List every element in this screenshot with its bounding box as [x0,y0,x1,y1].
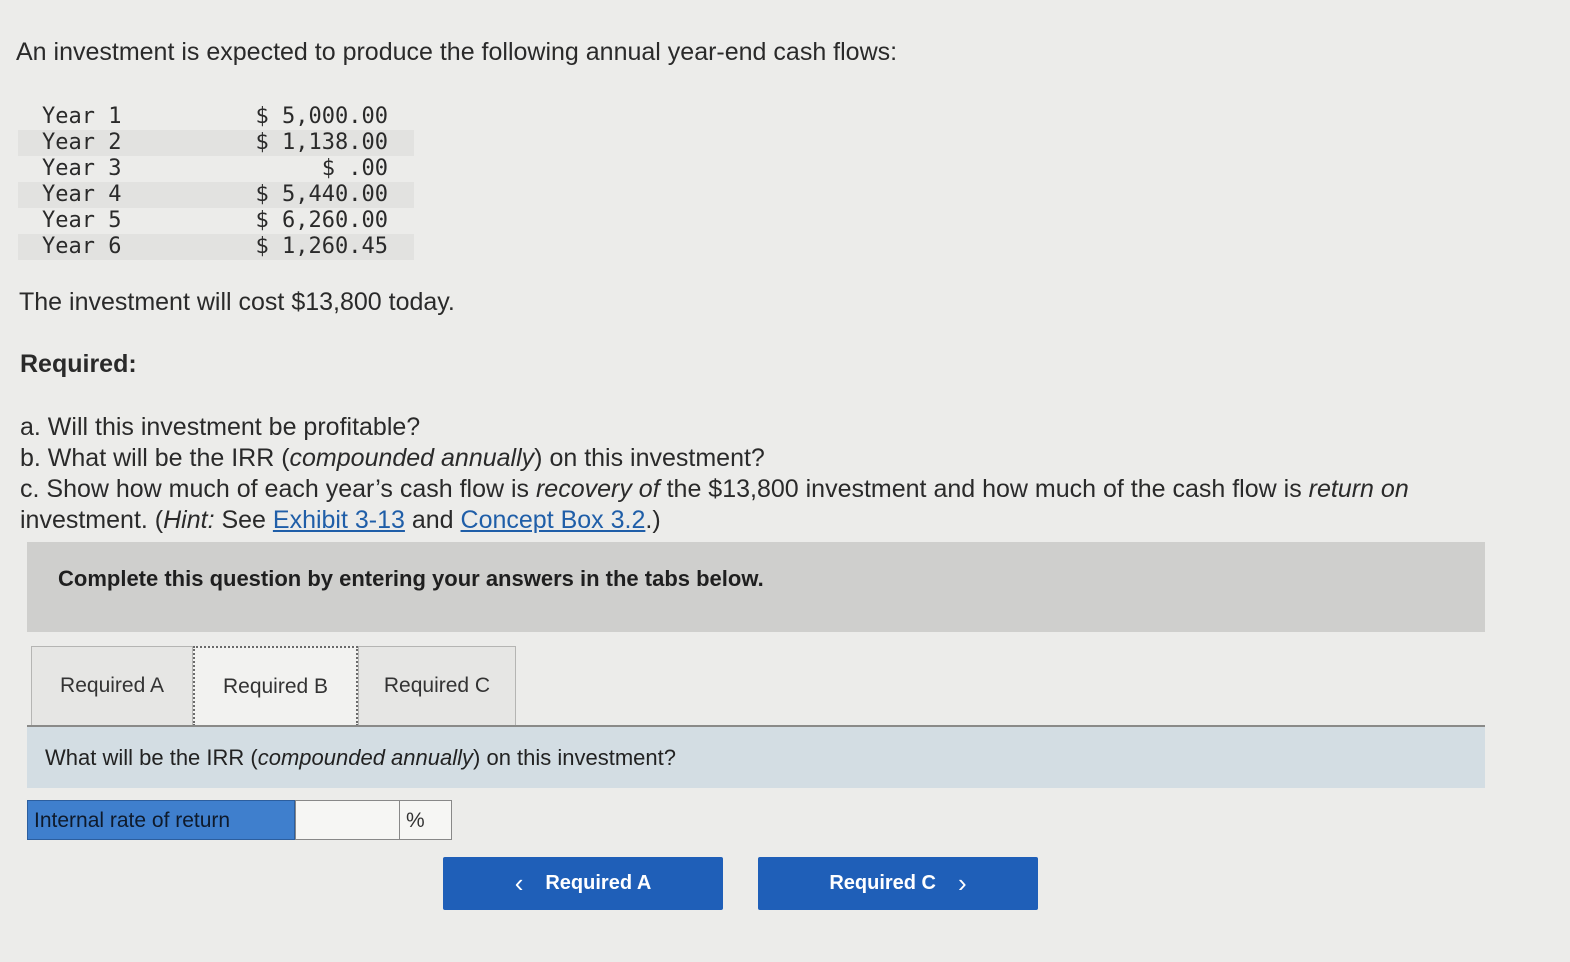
tab-bar: Required A Required B Required C [31,646,516,726]
instructions-text: Complete this question by entering your … [58,566,764,591]
cash-flow-year: Year 2 [42,130,122,155]
cash-flow-amount: $ .00 [321,156,388,181]
tab-question-panel: What will be the IRR (compounded annuall… [27,727,1485,788]
cash-flow-year: Year 4 [42,182,122,207]
prev-required-a-button[interactable]: ‹ Required A [443,857,723,910]
tab-required-b[interactable]: Required B [193,646,358,726]
cash-flow-amount: $ 5,000.00 [255,104,388,129]
concept-box-link[interactable]: Concept Box 3.2 [461,506,646,534]
tab-required-c[interactable]: Required C [358,646,516,726]
irr-input[interactable] [295,800,400,840]
cash-flow-year: Year 1 [42,104,122,129]
next-button-label: Required C [829,872,936,894]
question-b: b. What will be the IRR (compounded annu… [20,444,765,472]
prev-button-label: Required A [545,872,652,894]
answer-row: Internal rate of return % [27,800,452,840]
required-heading: Required: [20,350,137,378]
cash-flow-row: Year 1 $ 5,000.00 [18,104,414,130]
instructions-banner: Complete this question by entering your … [27,542,1485,632]
cash-flow-row: Year 4 $ 5,440.00 [18,182,414,208]
tab-required-a[interactable]: Required A [31,646,193,726]
chevron-left-icon: ‹ [514,868,524,898]
cash-flow-amount: $ 1,260.45 [255,234,388,259]
question-a: a. Will this investment be profitable? [20,413,421,441]
question-list: a. Will this investment be profitable? b… [20,412,1540,536]
irr-label: Internal rate of return [27,800,295,840]
cash-flow-amount: $ 1,138.00 [255,130,388,155]
investment-cost-text: The investment will cost $13,800 today. [19,288,455,316]
cash-flow-row: Year 3 $ .00 [18,156,414,182]
cash-flow-year: Year 5 [42,208,122,233]
problem-intro: An investment is expected to produce the… [16,38,898,66]
cash-flow-table: Year 1 $ 5,000.00 Year 2 $ 1,138.00 Year… [18,104,414,260]
cash-flow-row: Year 5 $ 6,260.00 [18,208,414,234]
cash-flow-row: Year 2 $ 1,138.00 [18,130,414,156]
next-required-c-button[interactable]: Required C › [758,857,1038,910]
chevron-right-icon: › [958,868,967,898]
exhibit-link[interactable]: Exhibit 3-13 [273,506,405,534]
cash-flow-year: Year 6 [42,234,122,259]
percent-unit: % [400,800,452,840]
cash-flow-amount: $ 6,260.00 [255,208,388,233]
question-c: c. Show how much of each year’s cash flo… [20,475,1409,534]
tab-question-text: What will be the IRR (compounded annuall… [45,745,676,770]
cash-flow-year: Year 3 [42,156,122,181]
cash-flow-amount: $ 5,440.00 [255,182,388,207]
cash-flow-row: Year 6 $ 1,260.45 [18,234,414,260]
